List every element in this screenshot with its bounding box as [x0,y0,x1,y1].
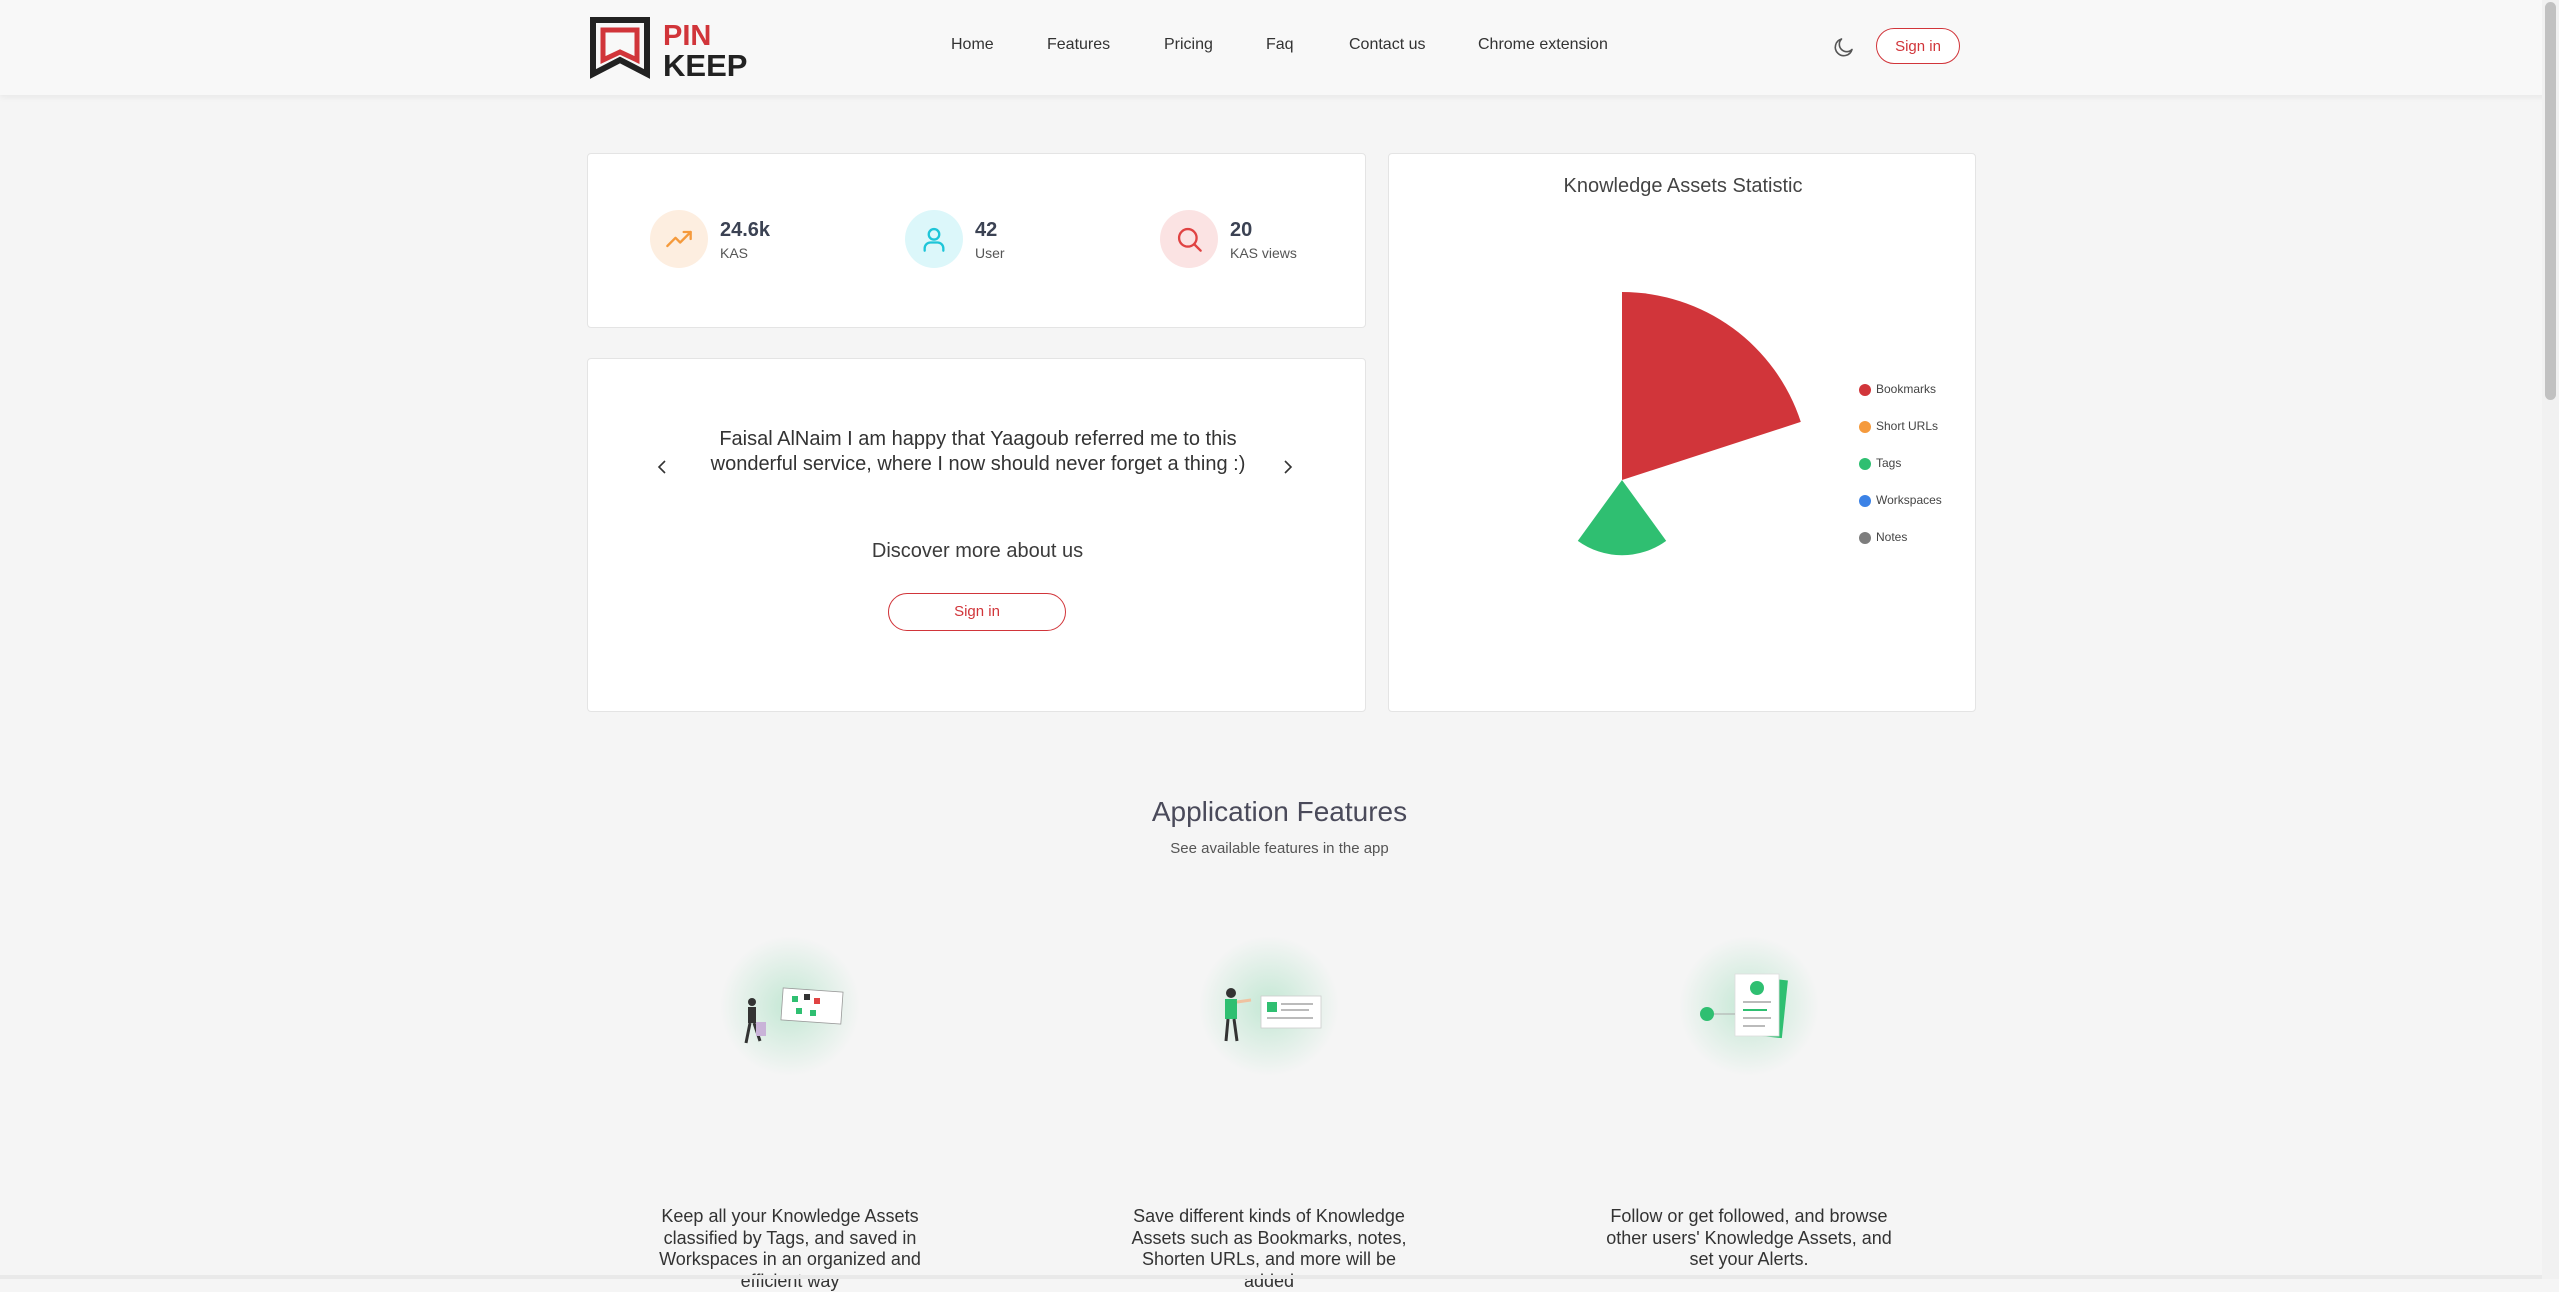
stat-value: 24.6k [720,219,771,241]
top-navbar: PIN KEEP Home Features Pricing Faq Conta… [0,0,2559,95]
polar-area-chart [1577,292,1801,556]
nav-home[interactable]: Home [951,36,994,54]
features-subtitle: See available features in the app [1170,840,1389,857]
stat-icon-circle [1160,210,1218,268]
pinkeep-logo[interactable]: PIN KEEP [589,16,759,79]
stat-label: KAS [720,245,749,261]
nav-features[interactable]: Features [1047,36,1110,54]
feature-text: Follow or get followed, and browse other… [1606,1206,1892,1269]
testimonial-card: Faisal AlNaim I am happy that Yaagoub re… [587,358,1366,712]
legend-label: Notes [1876,530,1908,544]
nav-pricing[interactable]: Pricing [1164,36,1213,54]
legend-dot [1859,495,1871,507]
stat-label: User [975,245,1005,261]
chevron-left-icon[interactable] [652,457,672,477]
feature-text: Keep all your Knowledge Assets classifie… [659,1206,921,1291]
features-title: Application Features [1151,796,1408,827]
presenting-board-illustration [1199,936,1339,1076]
legend-label: Bookmarks [1876,382,1937,396]
chart-segment-tags[interactable] [1577,480,1667,556]
chart-card: Knowledge Assets Statistic Bookmarks Shor… [1388,153,1976,712]
search-icon [1177,227,1202,252]
discover-heading: Discover more about us [871,540,1084,562]
user-icon [923,227,945,252]
legend-label: Tags [1876,456,1902,470]
header-signin-button[interactable]: Sign in [1876,28,1960,64]
stat-value: 42 [975,219,998,241]
nav-contact-us[interactable]: Contact us [1349,36,1425,54]
stat-value: 20 [1230,219,1253,241]
tags-board-illustration [720,936,860,1076]
chart-segment-bookmarks[interactable] [1622,292,1801,480]
profile-cards-illustration [1679,936,1819,1076]
nav-faq[interactable]: Faq [1266,36,1294,54]
chevron-right-icon[interactable] [1278,457,1298,477]
legend-dot [1859,458,1871,470]
feature-text: Save different kinds of Knowledge Assets… [1131,1206,1407,1291]
moon-icon[interactable] [1832,35,1856,59]
logo-text-keep: KEEP [663,48,747,79]
page-scrollbar[interactable] [2542,0,2559,1279]
nav-chrome-extension[interactable]: Chrome extension [1478,36,1608,54]
legend-label: Short URLs [1876,419,1939,433]
stat-label: KAS views [1230,245,1297,261]
trending-up-icon [666,230,692,248]
legend-dot [1859,421,1871,433]
scrollbar-thumb[interactable] [2545,2,2556,400]
page-bottom-divider [0,1275,2559,1279]
legend-dot [1859,384,1871,396]
stat-icon-circle [650,210,708,268]
testimonial-text: Faisal AlNaim I am happy that Yaagoub re… [710,428,1246,475]
stats-card: 24.6k KAS 42 User 20 KAS views [587,153,1366,328]
legend-label: Workspaces [1876,493,1942,507]
legend-dot [1859,532,1871,544]
stat-icon-circle [905,210,963,268]
signin-button[interactable]: Sign in [888,593,1066,631]
